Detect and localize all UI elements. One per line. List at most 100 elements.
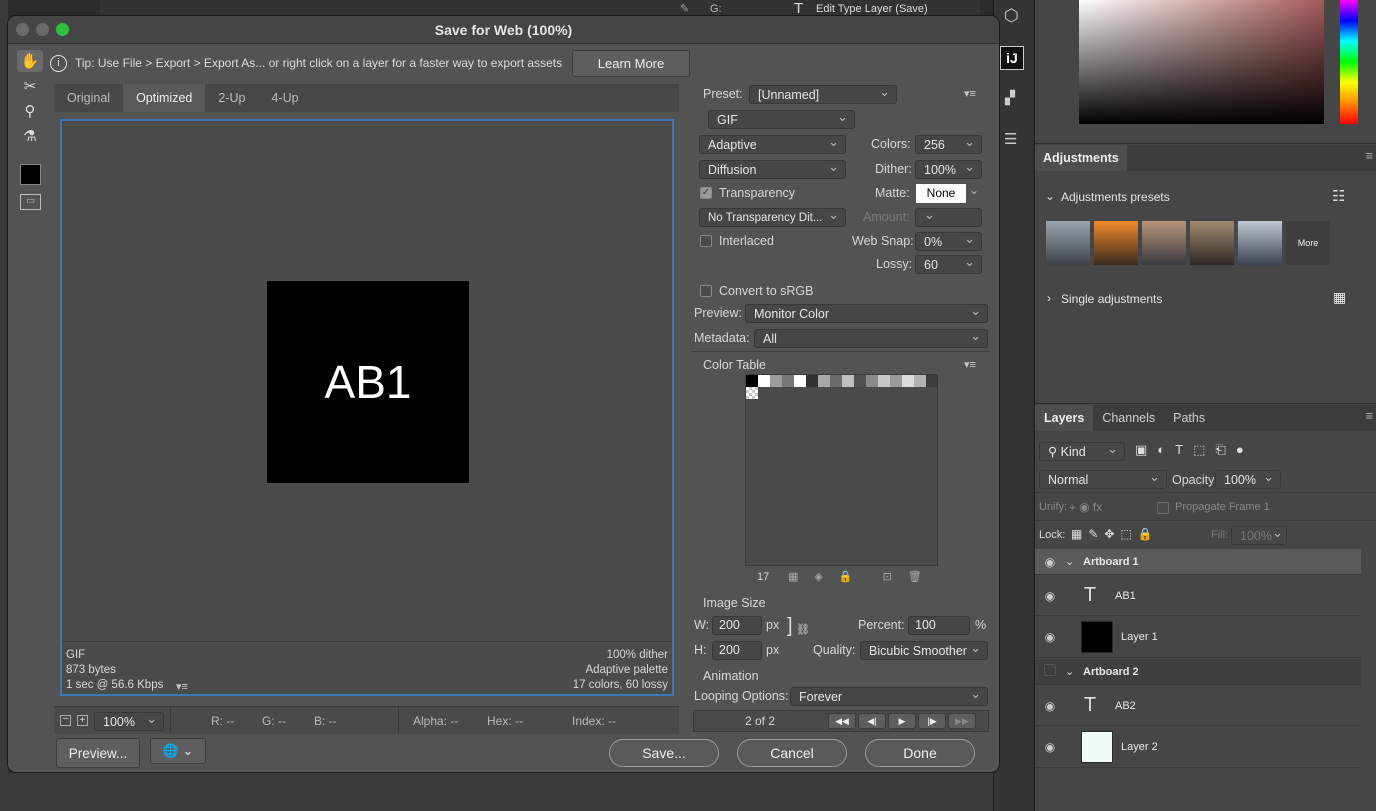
- width-field[interactable]: 200: [712, 616, 762, 635]
- preset-thumb[interactable]: [1094, 221, 1138, 265]
- visibility-eye-icon[interactable]: ◉: [1035, 630, 1065, 644]
- chevron-down-icon[interactable]: ⌄: [1065, 555, 1083, 568]
- transparency-map-icon[interactable]: ▦: [788, 570, 798, 583]
- opacity-field[interactable]: 100%: [1215, 470, 1281, 489]
- tab-2-up[interactable]: 2-Up: [205, 84, 258, 112]
- visibility-eye-icon[interactable]: ◉: [1035, 740, 1065, 754]
- hand-tool-icon[interactable]: ✋: [17, 50, 43, 72]
- propagate-checkbox[interactable]: [1157, 502, 1169, 514]
- color-swatch[interactable]: [818, 375, 830, 387]
- web-shift-icon[interactable]: ◈: [814, 570, 822, 583]
- toggle-slices-icon[interactable]: ▭: [20, 194, 41, 210]
- last-frame-button[interactable]: ▶▶: [948, 713, 976, 729]
- percent-field[interactable]: 100: [908, 616, 970, 635]
- zoom-tool-icon[interactable]: ⚲: [17, 100, 43, 122]
- smart-object-filter-icon[interactable]: ⎗: [1215, 442, 1225, 458]
- eyedropper-color-swatch[interactable]: [20, 164, 41, 185]
- panel-menu-icon[interactable]: ≡: [1366, 149, 1373, 163]
- color-swatch[interactable]: [830, 375, 842, 387]
- color-swatch[interactable]: [758, 375, 770, 387]
- chevron-down-icon[interactable]: ⌄: [969, 183, 979, 197]
- visibility-eye-icon[interactable]: ◉: [1035, 699, 1065, 713]
- metadata-select[interactable]: All: [754, 329, 988, 348]
- color-swatch[interactable]: [890, 375, 902, 387]
- panel-menu-icon[interactable]: ≡: [1366, 409, 1373, 423]
- tab-adjustments[interactable]: Adjustments: [1035, 145, 1127, 171]
- visibility-eye-icon[interactable]: ◉: [1035, 589, 1065, 603]
- sliders-icon[interactable]: ☰: [1004, 130, 1017, 148]
- color-picker-field[interactable]: [1079, 0, 1324, 124]
- dither-field[interactable]: 100%: [915, 160, 982, 179]
- color-swatch[interactable]: [806, 375, 818, 387]
- save-button[interactable]: Save...: [609, 739, 719, 767]
- filter-kind-select[interactable]: ⚲ Kind: [1039, 442, 1125, 461]
- hue-slider[interactable]: [1340, 0, 1358, 124]
- transparency-checkbox[interactable]: ✓: [700, 187, 712, 199]
- slice-select-tool-icon[interactable]: ✂: [17, 75, 43, 97]
- preset-thumb[interactable]: [1190, 221, 1234, 265]
- 3d-icon[interactable]: ⬡: [1004, 6, 1019, 26]
- color-swatch[interactable]: [770, 375, 782, 387]
- quality-select[interactable]: Bicubic Smoother: [860, 641, 988, 660]
- chevron-right-icon[interactable]: ›: [1047, 291, 1051, 305]
- preview-button[interactable]: Preview...: [56, 738, 140, 768]
- layer-row-layer-2[interactable]: ◉ Layer 2: [1035, 727, 1361, 768]
- preset-thumb[interactable]: [1142, 221, 1186, 265]
- zoom-out-icon[interactable]: −: [60, 715, 71, 726]
- height-field[interactable]: 200: [712, 641, 762, 660]
- tab-channels[interactable]: Channels: [1093, 405, 1164, 431]
- color-swatch[interactable]: [854, 375, 866, 387]
- play-button[interactable]: ▶: [888, 713, 916, 729]
- tab-4-up[interactable]: 4-Up: [258, 84, 311, 112]
- browser-preview-button[interactable]: 🌐 ⌄: [150, 738, 206, 764]
- image-filter-icon[interactable]: ▣: [1135, 442, 1147, 458]
- settings-menu-icon[interactable]: ▾≡: [964, 87, 976, 100]
- color-swatch[interactable]: [746, 375, 758, 387]
- lock-color-icon[interactable]: 🔒: [839, 570, 853, 583]
- glyph-icon[interactable]: ▞: [1005, 90, 1015, 106]
- history-item[interactable]: Edit Type Layer (Save): [816, 3, 928, 15]
- preset-select[interactable]: [Unnamed]: [749, 85, 897, 104]
- colors-field[interactable]: 256: [915, 135, 982, 154]
- color-swatch[interactable]: [842, 375, 854, 387]
- web-snap-field[interactable]: 0%: [915, 232, 982, 251]
- interlaced-checkbox[interactable]: [700, 235, 712, 247]
- eyedropper-tool-icon[interactable]: ⚗: [17, 125, 43, 147]
- zoom-level-select[interactable]: 100%: [94, 712, 164, 731]
- color-swatch[interactable]: [902, 375, 914, 387]
- transparency-dither-select[interactable]: No Transparency Dit...: [699, 208, 846, 227]
- grid-view-icon[interactable]: ▦: [1333, 289, 1346, 306]
- color-swatch[interactable]: [782, 375, 794, 387]
- blend-mode-select[interactable]: Normal: [1039, 470, 1167, 489]
- chevron-down-icon[interactable]: ⌄: [1045, 189, 1055, 203]
- link-icon[interactable]: ⛓: [796, 623, 810, 636]
- color-table-menu-icon[interactable]: ▾≡: [964, 358, 976, 371]
- more-presets-button[interactable]: More: [1286, 221, 1330, 265]
- convert-srgb-checkbox[interactable]: [700, 285, 712, 297]
- new-color-icon[interactable]: ⊡: [883, 570, 892, 583]
- single-adjustments-label[interactable]: Single adjustments: [1061, 292, 1162, 306]
- tab-paths[interactable]: Paths: [1164, 405, 1214, 431]
- looping-select[interactable]: Forever: [790, 687, 988, 706]
- tab-original[interactable]: Original: [54, 84, 123, 112]
- visibility-toggle[interactable]: [1035, 664, 1065, 679]
- transparent-swatch[interactable]: [746, 387, 758, 399]
- done-button[interactable]: Done: [865, 739, 975, 767]
- cancel-button[interactable]: Cancel: [737, 739, 847, 767]
- adjustment-filter-icon[interactable]: ◐: [1157, 442, 1165, 458]
- preview-select[interactable]: Monitor Color: [745, 304, 988, 323]
- color-table[interactable]: [745, 374, 938, 566]
- layer-row-layer-1[interactable]: ◉ Layer 1: [1035, 617, 1361, 658]
- amount-field[interactable]: [915, 208, 982, 227]
- tab-optimized[interactable]: Optimized: [123, 84, 206, 112]
- layer-row-ab2[interactable]: ◉ T AB2: [1035, 686, 1361, 726]
- libraries-icon[interactable]: iJ: [1000, 46, 1024, 70]
- matte-color-swatch[interactable]: None: [916, 184, 966, 203]
- zoom-in-icon[interactable]: +: [77, 715, 88, 726]
- adjustments-presets-label[interactable]: Adjustments presets: [1061, 190, 1170, 204]
- type-filter-icon[interactable]: T: [1175, 442, 1183, 458]
- fill-field[interactable]: 100%: [1231, 526, 1287, 545]
- color-reduction-select[interactable]: Adaptive: [699, 135, 846, 154]
- color-swatch[interactable]: [926, 375, 938, 387]
- next-frame-button[interactable]: |▶: [918, 713, 946, 729]
